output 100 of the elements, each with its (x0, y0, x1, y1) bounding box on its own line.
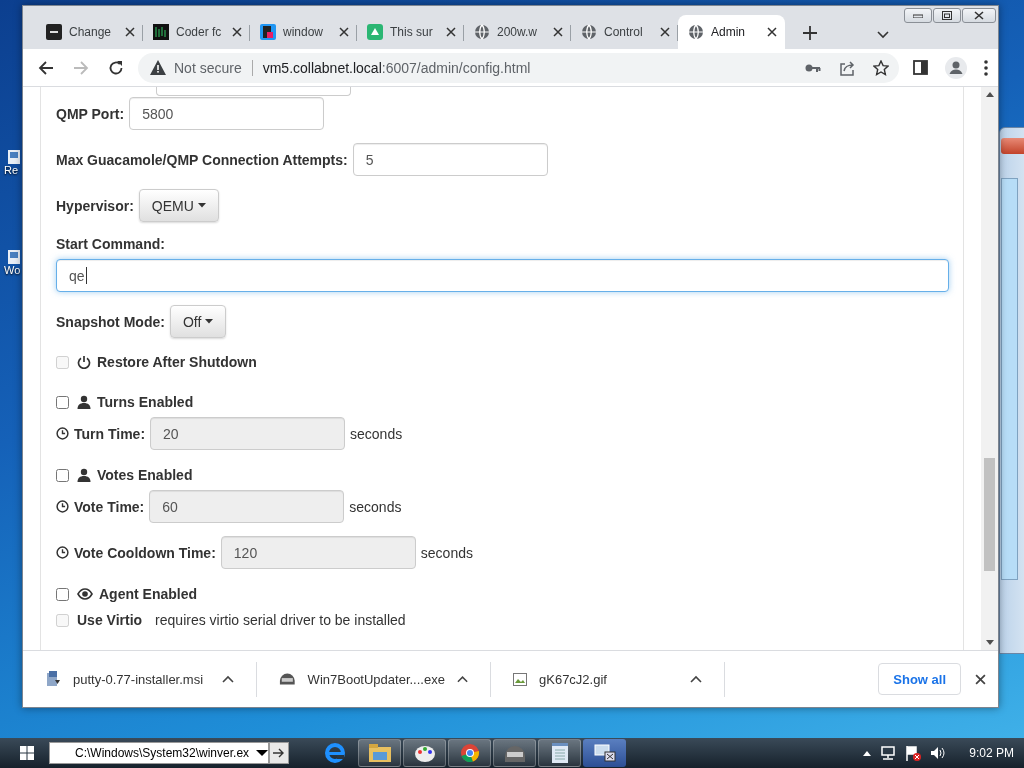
checkbox[interactable] (56, 468, 69, 482)
close-icon[interactable] (975, 673, 986, 685)
eye-icon (77, 588, 93, 600)
input-field[interactable]: 5800 (129, 97, 325, 130)
paint-icon[interactable] (403, 739, 446, 767)
checkbox-label: Turns Enabled (97, 394, 194, 410)
side-panel-icon[interactable] (913, 60, 928, 75)
caret-icon[interactable] (256, 750, 268, 756)
start-icon[interactable] (20, 746, 34, 760)
image-file-icon (513, 672, 527, 686)
reload-icon[interactable] (108, 59, 124, 76)
close-icon[interactable] (660, 27, 670, 37)
restore-icon[interactable] (942, 11, 952, 20)
tab-favicon-icon (46, 24, 62, 40)
browser-tab[interactable]: window (250, 15, 357, 49)
chevron-up-icon[interactable] (222, 675, 234, 683)
close-icon[interactable] (974, 11, 984, 20)
caret-icon (205, 319, 214, 324)
tab-favicon-icon (153, 24, 169, 40)
field-label: Max Guacamole/QMP Connection Attempts: (56, 151, 348, 168)
chevron-up-icon[interactable] (456, 675, 468, 683)
new-tab-icon[interactable] (803, 26, 817, 40)
desktop-icon-label[interactable]: Re (4, 164, 19, 176)
close-icon[interactable] (232, 27, 242, 37)
chevron-up-icon[interactable] (690, 675, 702, 683)
unit-label: seconds (420, 544, 473, 561)
close-icon[interactable] (125, 27, 135, 37)
helmet-icon[interactable] (493, 739, 536, 767)
menu-icon[interactable] (984, 59, 988, 76)
star-icon[interactable] (873, 59, 889, 76)
folder-icon[interactable] (358, 739, 401, 767)
chevron-down-icon[interactable] (877, 31, 889, 39)
caret-icon (197, 203, 206, 208)
network-icon[interactable] (880, 746, 897, 760)
url-path[interactable]: :6007/admin/config.html (381, 59, 531, 76)
run-box[interactable]: C:\Windows\System32\winver.ex (49, 742, 269, 764)
close-button[interactable] (962, 8, 996, 23)
notepad-icon[interactable] (538, 739, 581, 767)
close-icon[interactable] (446, 27, 456, 37)
note-text: requires virtio serial driver to be installed (155, 612, 406, 628)
unit-label: seconds (350, 425, 403, 442)
browser-tab[interactable]: Coder fc (143, 15, 250, 49)
input-field[interactable]: qe (56, 259, 949, 292)
dropdown-button[interactable]: QEMU (138, 189, 219, 222)
download-file-name[interactable]: Win7BootUpdater....exe (307, 671, 445, 687)
url-host[interactable]: vm5.collabnet.local (262, 59, 382, 76)
minimize-icon[interactable] (913, 13, 923, 18)
back-icon[interactable] (38, 59, 54, 76)
close-icon[interactable] (339, 27, 349, 37)
input-field[interactable]: 5 (352, 143, 548, 176)
checkbox[interactable] (56, 587, 69, 601)
browser-tab[interactable]: Change (36, 15, 143, 49)
security-label[interactable]: Not secure (174, 59, 242, 76)
dropdown-button[interactable]: Off (169, 305, 227, 338)
restore-button[interactable] (933, 8, 961, 23)
field-label: Turn Time: (74, 425, 146, 442)
scroll-down-icon[interactable] (985, 640, 994, 645)
checkbox-label: Use Virtio (77, 612, 143, 628)
scrollbar[interactable] (981, 87, 998, 650)
user-icon (77, 468, 91, 482)
desktop-icon[interactable] (8, 150, 20, 164)
scroll-up-icon[interactable] (985, 92, 994, 97)
show-all-button[interactable]: Show all (878, 663, 961, 695)
flag-icon[interactable] (905, 745, 922, 761)
chevron-up-icon[interactable] (863, 750, 872, 756)
background-window[interactable] (999, 127, 1024, 654)
browser-tab[interactable]: Control (571, 15, 678, 49)
browser-tab[interactable]: Admin (678, 15, 785, 49)
computer-icon[interactable] (583, 739, 626, 767)
clock-text[interactable]: 9:02 PM (969, 746, 1014, 760)
download-file-name[interactable]: gK67cJ2.gif (539, 671, 678, 687)
clock-icon (56, 546, 69, 559)
clock-icon (56, 500, 69, 513)
warning-icon[interactable] (150, 60, 166, 75)
arrow-icon[interactable] (273, 748, 285, 758)
desktop-icon[interactable] (8, 250, 20, 264)
close-icon[interactable] (553, 27, 563, 37)
share-icon[interactable] (839, 59, 855, 76)
go-button[interactable] (269, 742, 289, 764)
globe-icon (688, 24, 704, 40)
field-label: Vote Time: (74, 498, 145, 515)
download-file-name[interactable]: putty-0.77-installer.msi (73, 671, 210, 687)
key-icon[interactable] (805, 62, 821, 73)
speaker-icon[interactable] (930, 746, 947, 760)
input-field[interactable] (156, 87, 351, 96)
browser-tab[interactable]: This sur (357, 15, 464, 49)
field-label: Snapshot Mode: (56, 313, 165, 330)
desktop-icon-label[interactable]: Wo (4, 264, 21, 276)
helmet-icon (279, 671, 296, 687)
checkbox[interactable] (56, 395, 69, 409)
tab-favicon-icon (260, 24, 276, 40)
close-icon[interactable] (767, 27, 777, 37)
globe-icon (474, 24, 490, 40)
globe-icon (581, 24, 597, 40)
clock-icon (56, 427, 69, 440)
checkbox-label: Restore After Shutdown (97, 354, 257, 370)
profile-icon[interactable] (945, 56, 967, 79)
browser-tab[interactable]: 200w.w (464, 15, 571, 49)
checkbox-label: Agent Enabled (99, 586, 197, 602)
scrollbar-thumb[interactable] (984, 458, 995, 571)
